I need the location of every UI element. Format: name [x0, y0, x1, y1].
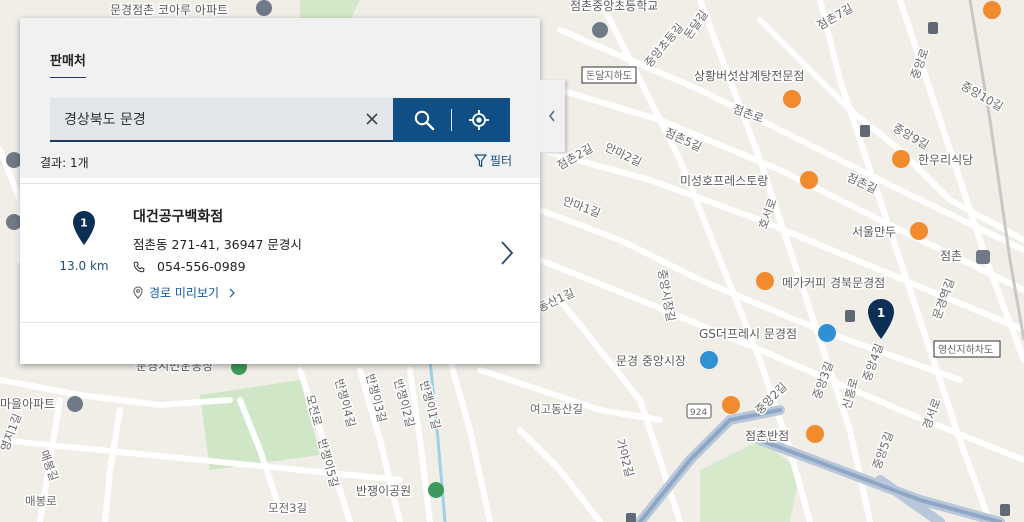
map-label: 점촌중앙초등학교 [570, 0, 658, 13]
location-pin-icon [133, 286, 143, 299]
route-preview-link[interactable]: 경로 미리보기 [133, 284, 235, 301]
chevron-right-icon [229, 288, 235, 297]
map-label: 영신지하차도 [938, 343, 993, 356]
collapse-panel-button[interactable] [540, 80, 565, 152]
result-name: 대건공구백화점 [133, 209, 224, 225]
filter-button[interactable]: 필터 [474, 152, 512, 169]
cafe-icon[interactable] [756, 272, 774, 290]
panel-header: 판매처 [20, 18, 540, 79]
map-label: 미성호프레스토랑 [680, 174, 768, 188]
apartment-icon[interactable] [256, 0, 272, 16]
result-count: 결과: 1개 [40, 156, 89, 170]
map-label: 문경 중앙시장 [616, 354, 686, 368]
button-divider [451, 109, 452, 131]
marker-number: 1 [877, 306, 885, 320]
restaurant-icon[interactable] [800, 171, 818, 189]
search-input[interactable] [50, 98, 364, 140]
map-label: 한우리식당 [918, 153, 973, 167]
bus-stop-icon[interactable] [626, 513, 636, 522]
locate-me-icon[interactable] [468, 109, 490, 131]
shopping-icon[interactable] [700, 351, 718, 369]
result-phone[interactable]: 054-556-0989 [133, 259, 246, 274]
bus-stop-icon[interactable] [928, 22, 938, 34]
shopping-icon[interactable] [818, 324, 836, 342]
dealer-panel: 판매처 결과: 1개 필터 1 13.0 km 대건공구백 [20, 18, 540, 364]
map-pin-icon: 1 [868, 299, 894, 339]
result-distance: 13.0 km [59, 259, 109, 273]
train-station-icon[interactable] [976, 250, 990, 264]
search-icon[interactable] [413, 109, 435, 131]
map-label: 서울만두 [852, 225, 896, 239]
result-address: 점촌동 271-41, 36947 문경시 [133, 237, 302, 252]
map-label: 메가커피 경북문경점 [782, 276, 885, 290]
bus-stop-icon[interactable] [860, 125, 870, 137]
map-label: 상황버섯삼계탕전문점 [694, 69, 804, 83]
divider [20, 322, 540, 323]
map-label: 모전3길 [268, 501, 307, 515]
search-box [50, 98, 393, 142]
restaurant-icon[interactable] [983, 1, 1001, 19]
chevron-right-icon[interactable] [500, 240, 514, 266]
map-label: 반쟁이공원 [356, 484, 411, 498]
map-label: 돈달지하도 [586, 69, 632, 82]
restaurant-icon[interactable] [806, 425, 824, 443]
store-marker-1[interactable]: 1 [867, 298, 895, 344]
map-label: GS더프레시 문경점 [699, 327, 797, 341]
clear-icon[interactable] [362, 109, 382, 129]
result-item[interactable]: 1 13.0 km 대건공구백화점 점촌동 271-41, 36947 문경시 … [20, 184, 540, 321]
chevron-left-icon [549, 110, 555, 122]
restaurant-icon[interactable] [783, 90, 801, 108]
bus-stop-icon[interactable] [1000, 504, 1010, 516]
restaurant-icon[interactable] [910, 222, 928, 240]
result-number: 1 [80, 217, 88, 230]
park-icon[interactable] [428, 482, 444, 498]
search-button-group [393, 98, 510, 142]
map-label: 924 [690, 408, 707, 418]
map-label: 문경점촌 코아루 아파트 [110, 3, 228, 17]
map-label: 여고동산길 [530, 402, 583, 416]
map-label: 점촌 [940, 249, 962, 263]
apartment-icon[interactable] [67, 396, 83, 412]
map-pin-icon: 1 [73, 211, 95, 245]
route-preview-label: 경로 미리보기 [149, 286, 220, 300]
tab-dealers[interactable]: 판매처 [50, 50, 86, 79]
map-label: 매봉로 [25, 494, 57, 508]
map-label: 점촌반점 [745, 429, 789, 443]
bus-stop-icon[interactable] [845, 310, 855, 322]
map-label: 마을아파트 [0, 397, 55, 411]
phone-number: 054-556-0989 [157, 259, 246, 274]
restaurant-icon[interactable] [892, 150, 910, 168]
filter-label: 필터 [490, 154, 513, 168]
restaurant-icon[interactable] [722, 396, 740, 414]
filter-icon [474, 153, 487, 167]
school-icon[interactable] [592, 22, 608, 38]
phone-icon [133, 261, 145, 272]
